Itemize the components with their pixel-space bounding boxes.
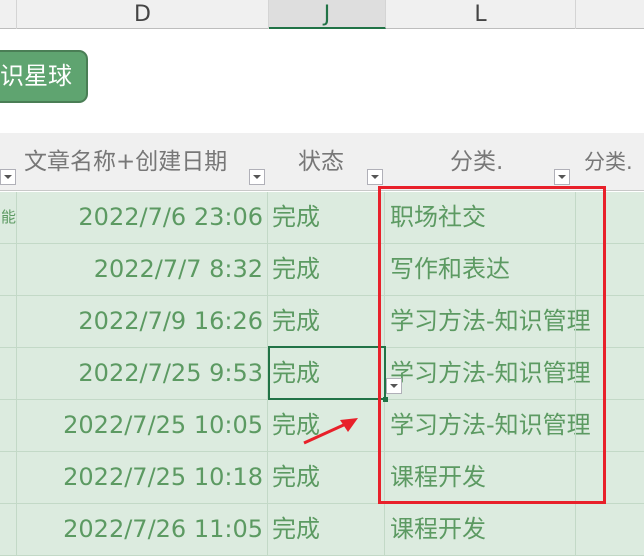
- header-category: 分类.: [450, 149, 504, 175]
- cell-left[interactable]: [0, 244, 17, 296]
- filter-dropdown-button[interactable]: [0, 169, 16, 185]
- cell-status[interactable]: 完成: [268, 192, 385, 244]
- column-header-j[interactable]: J: [269, 0, 386, 29]
- cell-date[interactable]: 2022/7/7 8:32: [17, 244, 268, 296]
- column-header-bar: D J L: [0, 0, 644, 29]
- cell-left[interactable]: [0, 296, 17, 348]
- cell-left[interactable]: [0, 504, 17, 556]
- filter-dropdown-button[interactable]: [367, 169, 383, 185]
- filter-dropdown-button[interactable]: [554, 169, 570, 185]
- column-header-d[interactable]: D: [17, 0, 269, 29]
- cell-left[interactable]: [0, 452, 17, 504]
- cell-date[interactable]: 2022/7/25 10:18: [17, 452, 268, 504]
- selected-cell[interactable]: [268, 346, 386, 400]
- column-header-m[interactable]: [576, 0, 644, 29]
- cell-empty[interactable]: [575, 504, 644, 556]
- cell-status[interactable]: 完成: [268, 504, 385, 556]
- cell-left[interactable]: [0, 400, 17, 452]
- cell-date[interactable]: 2022/7/9 16:26: [17, 296, 268, 348]
- header-status: 状态: [298, 149, 344, 175]
- knowledge-planet-button[interactable]: 识星球: [0, 50, 88, 103]
- column-header-c[interactable]: [0, 0, 17, 29]
- button-label: 识星球: [0, 62, 72, 90]
- red-arrow-annotation: [303, 418, 358, 445]
- cell-date[interactable]: 2022/7/25 9:53: [17, 348, 268, 400]
- cell-status[interactable]: 完成: [268, 296, 385, 348]
- cell-left[interactable]: 能: [0, 192, 17, 244]
- cell-category[interactable]: 课程开发: [385, 504, 575, 556]
- table-row: 2022/7/26 11:05 完成 课程开发: [0, 504, 644, 556]
- table-header-row: 文章名称+创建日期 状态 分类. 分类.: [0, 133, 644, 191]
- highlight-box: [378, 186, 606, 504]
- column-header-l[interactable]: L: [386, 0, 576, 29]
- filter-dropdown-button[interactable]: [249, 169, 265, 185]
- cell-date[interactable]: 2022/7/25 10:05: [17, 400, 268, 452]
- cell-status[interactable]: 完成: [268, 452, 385, 504]
- cell-status[interactable]: 完成: [268, 244, 385, 296]
- cell-left[interactable]: [0, 348, 17, 400]
- cell-date[interactable]: 2022/7/6 23:06: [17, 192, 268, 244]
- cell-date[interactable]: 2022/7/26 11:05: [17, 504, 268, 556]
- header-date: 文章名称+创建日期: [24, 149, 228, 175]
- header-category-2: 分类.: [584, 150, 633, 174]
